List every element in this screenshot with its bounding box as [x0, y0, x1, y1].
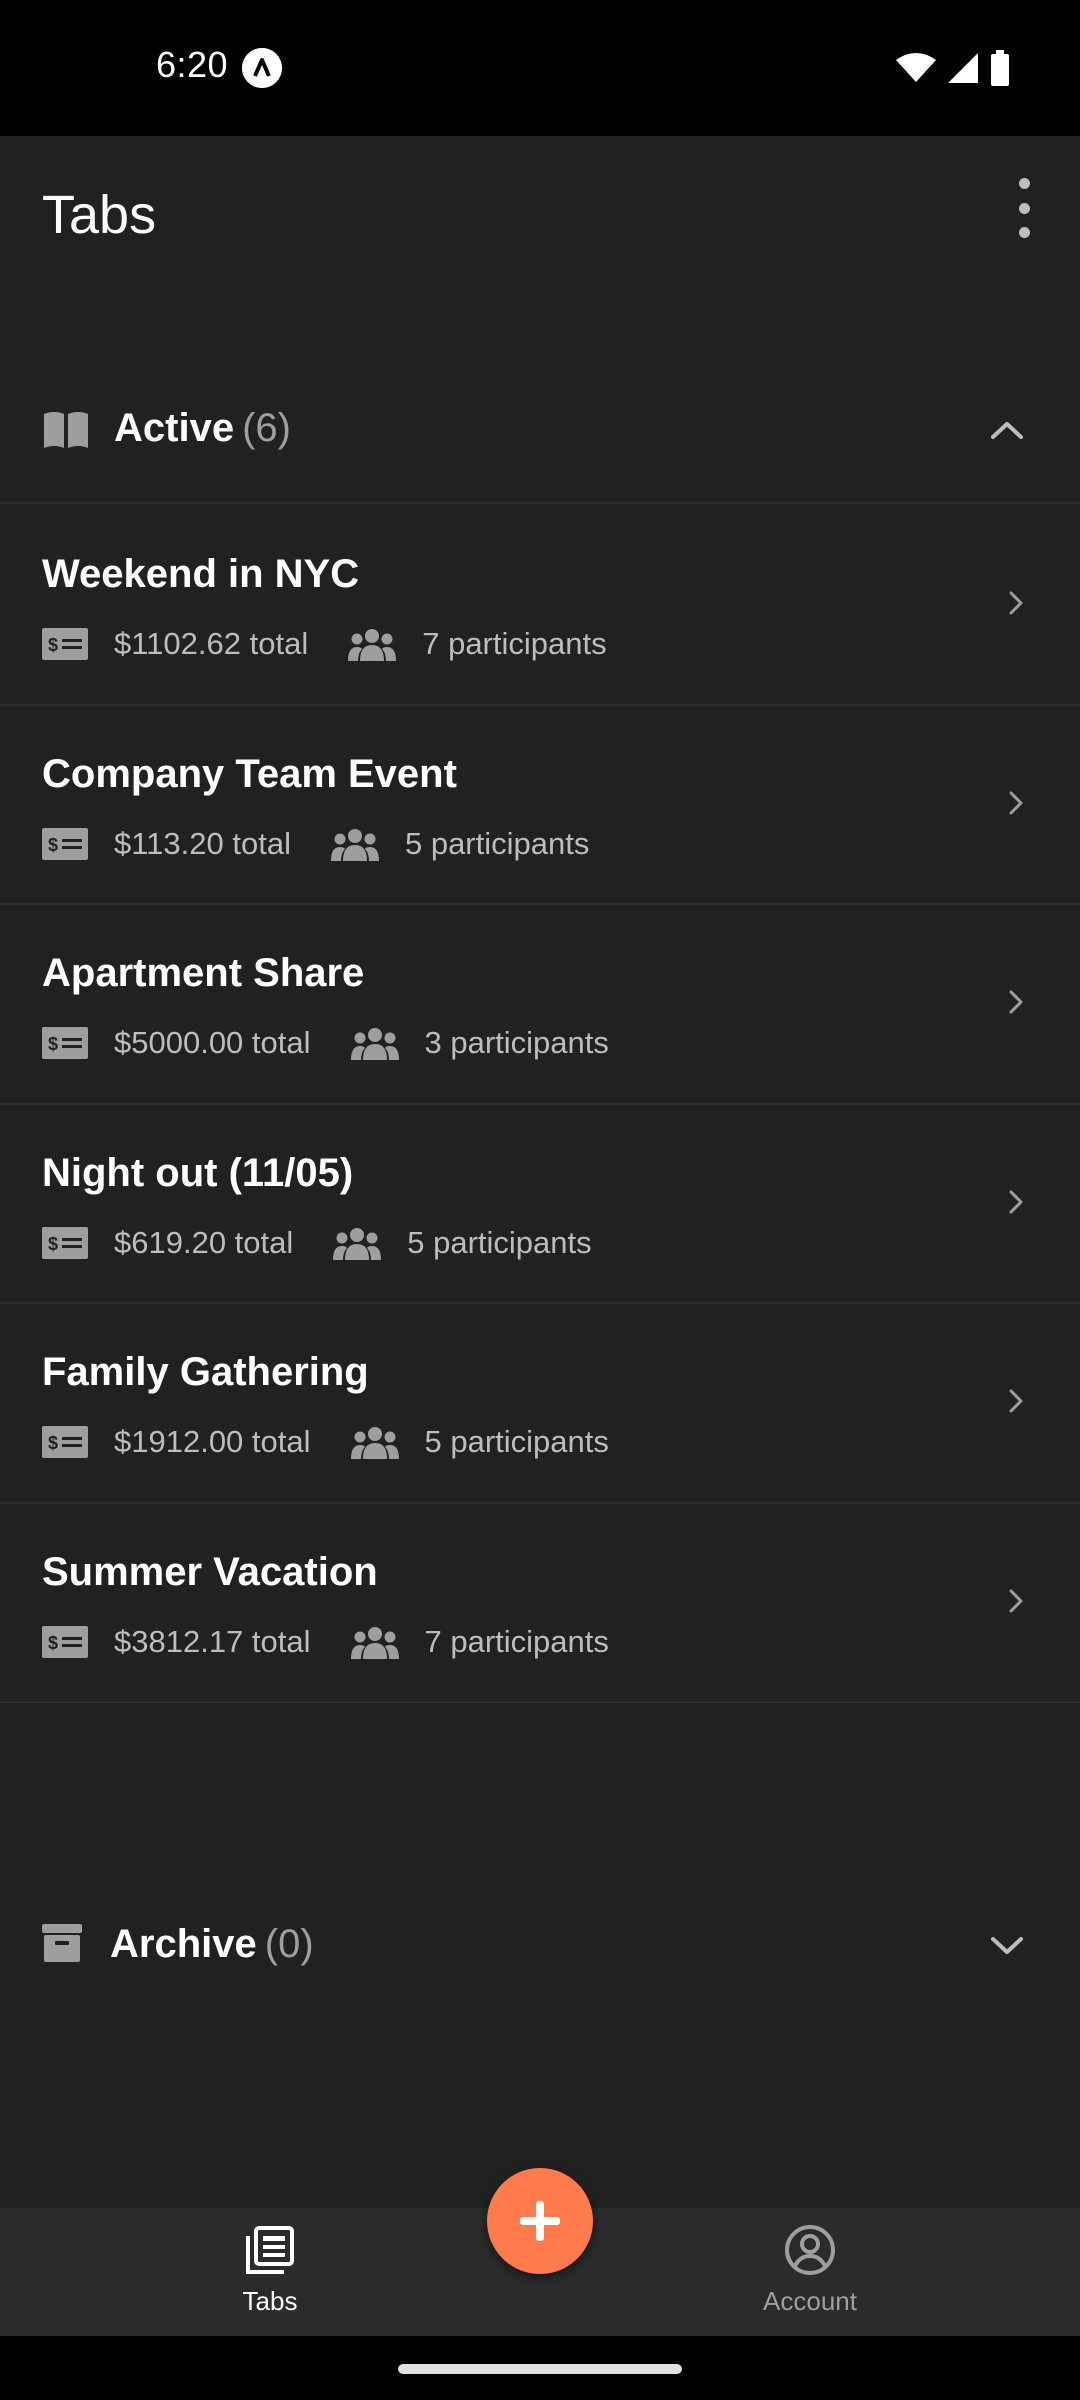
tab-participants: 3 participants — [424, 1025, 609, 1060]
nav-item-tabs[interactable]: Tabs — [0, 2208, 540, 2336]
signal-icon — [948, 53, 978, 83]
tab-name: Company Team Event — [42, 751, 457, 796]
active-section-title: Active (6) — [114, 406, 291, 451]
chevron-right-icon — [1009, 990, 1023, 1014]
people-icon — [333, 1227, 382, 1260]
chevron-right-icon — [1009, 791, 1023, 814]
money-icon: $ — [42, 1426, 88, 1458]
archive-section-label: Archive — [110, 1922, 257, 1966]
account-circle-icon — [785, 2225, 835, 2275]
tabs-icon — [246, 2226, 294, 2274]
app-screen: Tabs Active (6) Weekend in NYC $ $1102.62… — [0, 136, 1080, 2208]
nav-label-tabs: Tabs — [242, 2286, 298, 2316]
tab-participants: 5 participants — [407, 1224, 592, 1260]
svg-text:$: $ — [48, 1633, 58, 1653]
tab-participants: 7 participants — [424, 1623, 609, 1659]
nav-label-account: Account — [763, 2286, 857, 2316]
tab-total: $5000.00 total — [114, 1025, 311, 1060]
chevron-down-icon[interactable] — [990, 1936, 1024, 1956]
gesture-area — [0, 2336, 1080, 2400]
active-section-header[interactable]: Active (6) — [0, 358, 1080, 504]
svg-text:$: $ — [48, 835, 58, 855]
archive-icon — [42, 1924, 82, 1962]
tab-row[interactable]: Apartment Share $ $5000.00 total 3 parti… — [0, 905, 1080, 1105]
status-bar: 6:20 — [0, 0, 1080, 136]
status-time: 6:20 — [156, 44, 229, 85]
tab-meta: $ $3812.17 total 7 participants — [42, 1620, 609, 1664]
add-tab-button[interactable] — [487, 2168, 593, 2274]
active-tab-list: Weekend in NYC $ $1102.62 total 7 partic… — [0, 506, 1080, 1703]
people-icon — [350, 1626, 399, 1659]
tab-name: Night out (11/05) — [42, 1150, 354, 1195]
tab-name: Apartment Share — [42, 951, 365, 995]
top-app-bar: Tabs — [0, 136, 1080, 296]
plus-icon — [520, 2201, 560, 2241]
tab-name: Summer Vacation — [42, 1549, 378, 1594]
tab-participants: 5 participants — [404, 825, 590, 861]
chevron-right-icon — [1009, 1190, 1023, 1213]
tab-participants: 7 participants — [422, 626, 607, 661]
svg-text:$: $ — [48, 1433, 58, 1453]
money-icon: $ — [42, 1027, 88, 1059]
tab-meta: $ $113.20 total 5 participants — [42, 822, 589, 866]
tab-participants: 5 participants — [424, 1424, 609, 1459]
tab-total: $1912.00 total — [114, 1424, 311, 1459]
tab-name: Weekend in NYC — [42, 552, 360, 596]
tab-name: Family Gathering — [42, 1350, 369, 1394]
tab-row[interactable]: Summer Vacation $ $3812.17 total 7 parti… — [0, 1504, 1080, 1703]
tab-meta: $ $619.20 total 5 participants — [42, 1221, 592, 1265]
tab-meta: $ $1912.00 total 5 participants — [42, 1420, 609, 1464]
tab-row[interactable]: Company Team Event $ $113.20 total 5 par… — [0, 706, 1080, 905]
people-icon — [348, 629, 397, 661]
active-section-label: Active — [114, 406, 235, 450]
money-icon: $ — [42, 1226, 88, 1259]
archive-section-title: Archive (0) — [110, 1922, 314, 1967]
gesture-handle[interactable] — [398, 2364, 682, 2374]
a-logo-icon — [242, 48, 282, 88]
tab-row[interactable]: Night out (11/05) $ $619.20 total 5 part… — [0, 1105, 1080, 1304]
tab-total: $619.20 total — [114, 1224, 294, 1260]
wifi-icon — [896, 53, 936, 82]
chevron-up-icon[interactable] — [990, 420, 1024, 440]
archive-section-header[interactable]: Archive (0) — [0, 1874, 1080, 2020]
nav-item-account[interactable]: Account — [540, 2208, 1080, 2336]
more-vert-icon[interactable] — [1012, 178, 1036, 238]
tab-row[interactable]: Family Gathering $ $1912.00 total 5 part… — [0, 1304, 1080, 1504]
money-icon: $ — [42, 1625, 88, 1658]
page-title: Tabs — [42, 185, 157, 245]
chevron-right-icon — [1009, 1389, 1023, 1413]
tab-row[interactable]: Weekend in NYC $ $1102.62 total 7 partic… — [0, 506, 1080, 706]
chevron-right-icon — [1009, 1589, 1023, 1612]
tab-total: $113.20 total — [114, 825, 291, 861]
archive-section-count: (0) — [264, 1922, 314, 1966]
people-icon — [350, 1427, 399, 1459]
people-icon — [330, 828, 379, 861]
svg-text:$: $ — [48, 1034, 58, 1054]
tab-meta: $ $1102.62 total 7 participants — [42, 622, 607, 666]
tab-total: $3812.17 total — [114, 1623, 311, 1659]
money-icon: $ — [42, 628, 88, 660]
battery-icon — [991, 50, 1009, 86]
people-icon — [350, 1028, 399, 1060]
active-section-count: (6) — [242, 406, 291, 450]
svg-text:$: $ — [48, 635, 58, 655]
money-icon: $ — [42, 827, 88, 860]
book-icon — [44, 412, 88, 448]
status-icons — [896, 50, 1010, 86]
chevron-right-icon — [1009, 591, 1023, 615]
tab-meta: $ $5000.00 total 3 participants — [42, 1021, 609, 1065]
tab-total: $1102.62 total — [114, 626, 309, 661]
svg-text:$: $ — [48, 1234, 58, 1254]
